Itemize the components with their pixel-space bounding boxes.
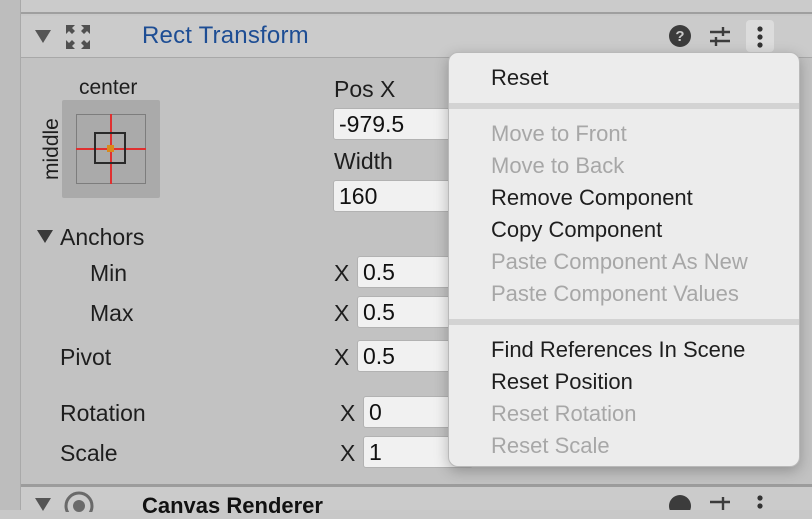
anchor-horizontal-label: center (79, 76, 138, 99)
menu-item-paste-component-values: Paste Component Values (491, 281, 739, 306)
anchors-label[interactable]: Anchors (60, 224, 144, 251)
help-icon[interactable]: ? (668, 24, 692, 48)
pos-x-label: Pos X (334, 76, 396, 102)
previous-component-strip (21, 0, 812, 14)
canvas-renderer-title: Canvas Renderer (142, 493, 323, 518)
context-menu: Reset Move to Front Move to Back Remove … (448, 52, 800, 467)
canvas-renderer-fold-icon[interactable] (35, 498, 51, 511)
canvas-renderer-more-icon[interactable] (756, 494, 764, 510)
menu-item-reset-position[interactable]: Reset Position (491, 369, 633, 395)
svg-text:?: ? (675, 28, 684, 45)
menu-item-move-to-back: Move to Back (491, 153, 625, 178)
more-vertical-icon (757, 26, 763, 48)
pivot-dot (107, 145, 114, 152)
move-arrows-icon (66, 25, 90, 49)
menu-item-remove-component[interactable]: Remove Component (491, 185, 693, 211)
width-label: Width (334, 148, 393, 174)
menu-item-paste-component-as-new: Paste Component As New (491, 249, 748, 274)
triangle-down-icon[interactable] (35, 30, 51, 43)
sliders-icon[interactable] (708, 24, 732, 48)
more-button[interactable] (746, 20, 774, 52)
anchors-foldout-icon[interactable] (37, 230, 53, 243)
menu-separator (449, 319, 799, 325)
eye-icon (64, 491, 94, 512)
menu-item-find-references[interactable]: Find References In Scene (491, 337, 745, 363)
inspector-left-strip (0, 0, 21, 510)
menu-item-reset[interactable]: Reset (491, 65, 548, 91)
component-title: Rect Transform (142, 22, 309, 49)
menu-item-copy-component[interactable]: Copy Component (491, 217, 662, 243)
canvas-renderer-help-icon[interactable] (668, 494, 692, 510)
menu-item-reset-scale: Reset Scale (491, 433, 610, 458)
anchor-min-label: Min (90, 260, 128, 286)
menu-item-move-to-front: Move to Front (491, 121, 627, 146)
anchor-max-x-axis-label: X (334, 300, 350, 326)
canvas-renderer-sliders-icon[interactable] (708, 494, 732, 510)
pivot-label: Pivot (60, 344, 112, 370)
anchor-min-x-axis-label: X (334, 260, 350, 286)
anchor-max-label: Max (90, 300, 134, 326)
scale-label: Scale (60, 440, 118, 466)
rotation-x-axis-label: X (340, 400, 356, 426)
pivot-x-axis-label: X (334, 344, 350, 370)
menu-separator (449, 103, 799, 109)
scale-x-axis-label: X (340, 440, 356, 466)
menu-item-reset-rotation: Reset Rotation (491, 401, 637, 426)
canvas-renderer-header[interactable]: Canvas Renderer (21, 487, 812, 518)
rotation-label: Rotation (60, 400, 146, 426)
